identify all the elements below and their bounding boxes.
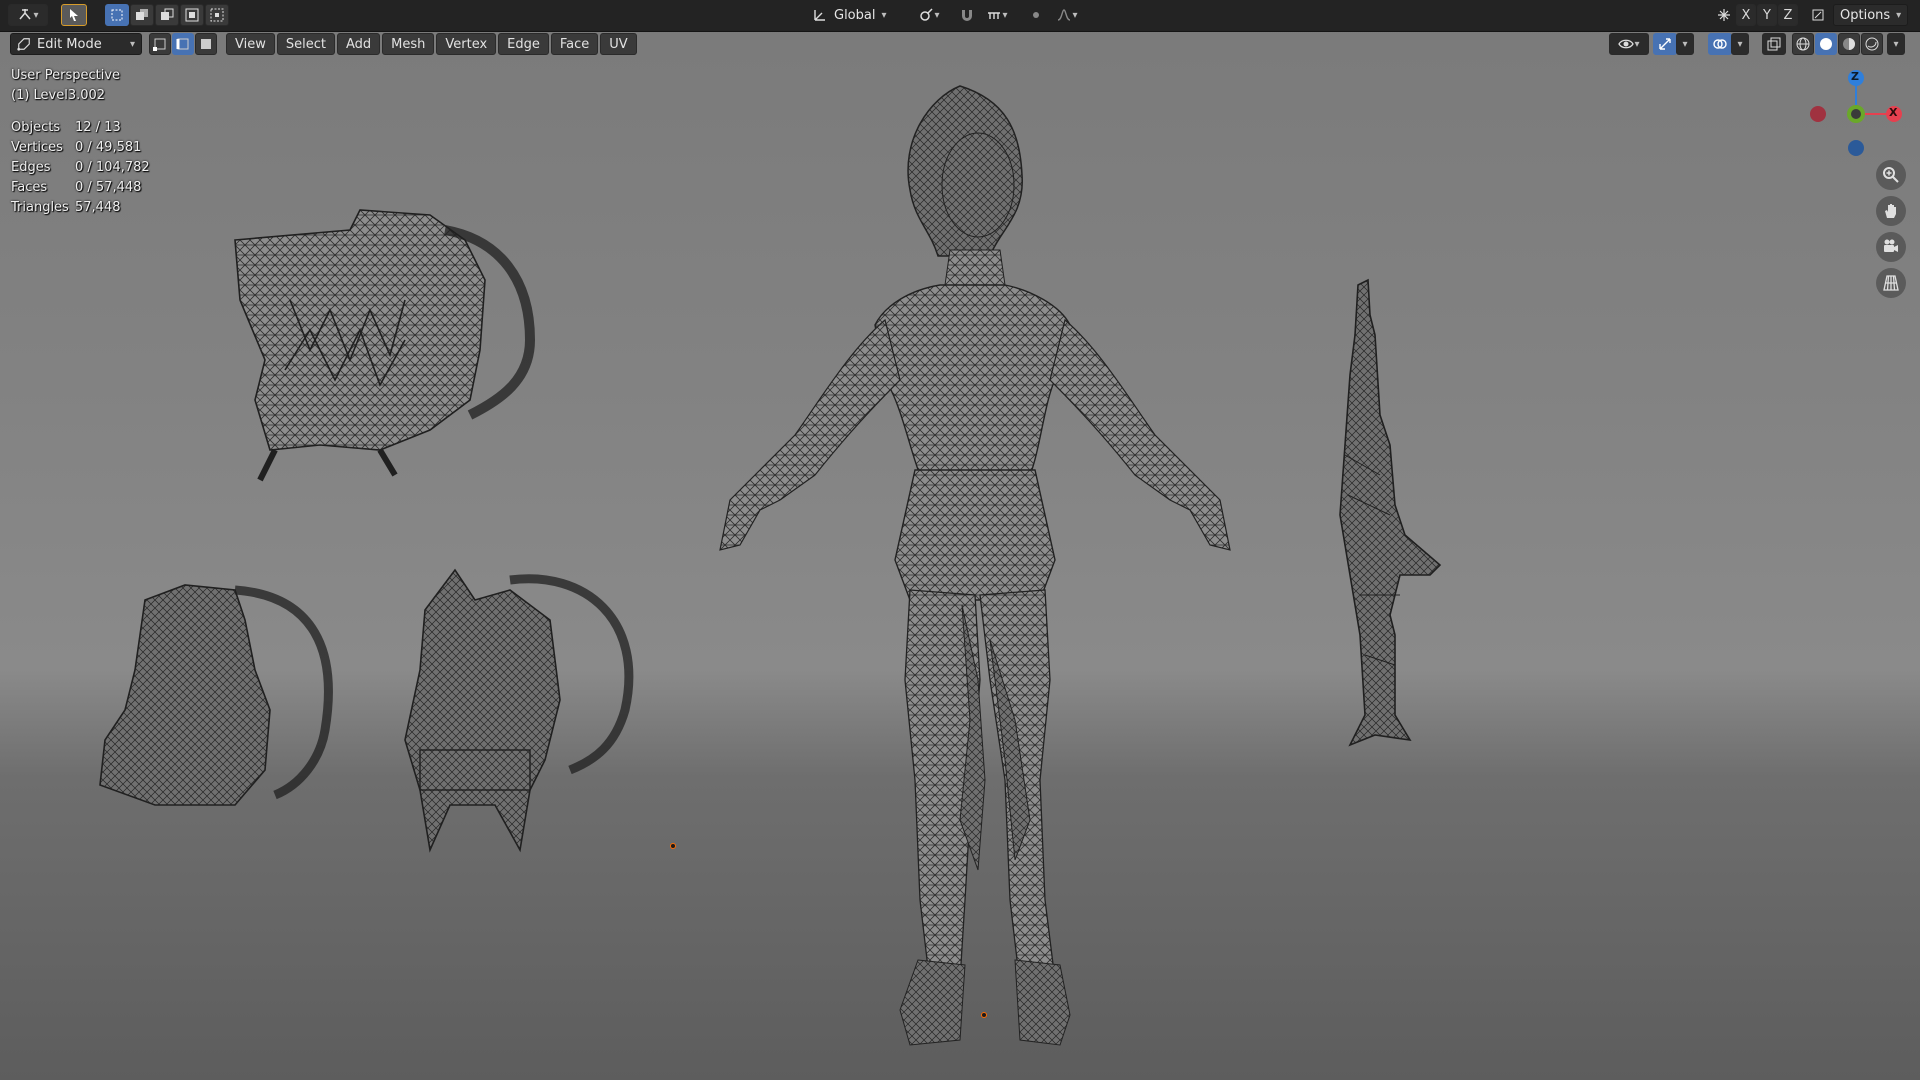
gizmo-toggle-icon[interactable] bbox=[1653, 33, 1677, 55]
mirror-x-toggle[interactable]: X bbox=[1736, 4, 1756, 26]
tool-header: ▾ Global ▾ ▾ ▾ ▾ X Y Z Options ▾ bbox=[0, 0, 1920, 32]
blender-window: User Perspective (1) Level3.002 Objects 1… bbox=[0, 0, 1920, 1080]
snap-magnet-icon[interactable] bbox=[955, 4, 979, 26]
wireframe-shading-icon[interactable] bbox=[1792, 33, 1814, 55]
stat-row: Objects 12 / 13 bbox=[11, 118, 150, 138]
stat-row: Edges 0 / 104,782 bbox=[11, 158, 150, 178]
menu-edge[interactable]: Edge bbox=[498, 33, 549, 55]
menu-uv[interactable]: UV bbox=[600, 33, 637, 55]
mode-dropdown[interactable]: Edit Mode ▾ bbox=[10, 33, 142, 55]
origin-point[interactable] bbox=[981, 1012, 987, 1018]
overlay-dropdown[interactable]: ▾ bbox=[1731, 33, 1749, 55]
vertex-select-icon[interactable] bbox=[149, 33, 171, 55]
backpack-mesh-left[interactable] bbox=[95, 580, 340, 815]
select-tool-icon[interactable] bbox=[61, 4, 87, 26]
menu-face[interactable]: Face bbox=[550, 33, 599, 55]
object-name: (1) Level3.002 bbox=[11, 88, 106, 103]
options-label: Options bbox=[1840, 7, 1891, 23]
shading-dropdown[interactable]: ▾ bbox=[1887, 33, 1905, 55]
stat-label: Edges bbox=[11, 160, 51, 175]
viewport-info: User Perspective (1) Level3.002 bbox=[11, 66, 120, 106]
shading-mode-group bbox=[1792, 33, 1883, 55]
mode-label: Edit Mode bbox=[37, 36, 102, 52]
viewport-header: Edit Mode ▾ View Select Add Mesh Vertex … bbox=[0, 31, 1920, 56]
navigation-gizmo[interactable]: Z X bbox=[1790, 66, 1910, 166]
transform-gizmo-icon[interactable] bbox=[1712, 4, 1736, 26]
stat-row: Vertices 0 / 49,581 bbox=[11, 138, 150, 158]
transform-orientation-label: Global bbox=[834, 7, 876, 23]
stat-value: 0 / 57,448 bbox=[75, 180, 142, 195]
rifle-mesh[interactable] bbox=[1320, 275, 1450, 755]
overlay-toggle-icon[interactable] bbox=[1708, 33, 1732, 55]
menu-view[interactable]: View bbox=[226, 33, 275, 55]
xray-toggle-icon[interactable] bbox=[1762, 33, 1786, 55]
auto-merge-icon[interactable] bbox=[1806, 4, 1830, 26]
snap-target-icon[interactable]: ▾ bbox=[980, 4, 1014, 26]
chevron-down-icon: ▾ bbox=[129, 38, 135, 50]
edit-mode-icon bbox=[17, 38, 30, 51]
view-name: User Perspective bbox=[11, 68, 121, 83]
pivot-point-icon[interactable]: ▾ bbox=[912, 4, 946, 26]
gizmo-dropdown[interactable]: ▾ bbox=[1676, 33, 1694, 55]
axis-y-label: Y bbox=[1763, 7, 1771, 23]
edge-select-icon[interactable] bbox=[172, 33, 194, 55]
transform-orientation-dropdown[interactable]: Global ▾ bbox=[806, 4, 893, 26]
stat-value: 0 / 104,782 bbox=[75, 160, 150, 175]
select-subtract-icon[interactable] bbox=[155, 4, 179, 26]
mirror-y-toggle[interactable]: Y bbox=[1757, 4, 1777, 26]
axis-z-label: Z bbox=[1783, 7, 1793, 23]
visibility-eye-icon[interactable]: ▾ bbox=[1609, 33, 1649, 55]
select-new-icon[interactable] bbox=[105, 4, 129, 26]
pan-hand-icon[interactable] bbox=[1876, 196, 1906, 226]
options-dropdown[interactable]: Options ▾ bbox=[1833, 4, 1909, 26]
stat-value: 57,448 bbox=[75, 200, 121, 215]
mirror-z-toggle[interactable]: Z bbox=[1778, 4, 1798, 26]
grid-perspective-icon[interactable] bbox=[1876, 268, 1906, 298]
navigation-buttons bbox=[1876, 160, 1906, 298]
axis-x-label: X bbox=[1741, 7, 1751, 23]
zoom-icon[interactable] bbox=[1876, 160, 1906, 190]
rendered-shading-icon[interactable] bbox=[1861, 33, 1883, 55]
camera-icon[interactable] bbox=[1876, 232, 1906, 262]
viewport-menus: View Select Add Mesh Vertex Edge Face UV bbox=[226, 33, 637, 55]
stat-label: Triangles bbox=[11, 200, 69, 215]
stat-label: Faces bbox=[11, 180, 48, 195]
stat-value: 0 / 49,581 bbox=[75, 140, 142, 155]
chevron-down-icon: ▾ bbox=[1896, 9, 1902, 21]
select-extend-icon[interactable] bbox=[130, 4, 154, 26]
backpack-mesh-right[interactable] bbox=[400, 560, 645, 860]
solid-shading-icon[interactable] bbox=[1815, 33, 1837, 55]
character-mesh[interactable] bbox=[660, 80, 1310, 1060]
select-invert-icon[interactable] bbox=[180, 4, 204, 26]
select-intersect-icon[interactable] bbox=[205, 4, 229, 26]
falloff-curve-icon[interactable]: ▾ bbox=[1050, 4, 1084, 26]
origin-point[interactable] bbox=[670, 843, 676, 849]
chevron-down-icon: ▾ bbox=[881, 9, 887, 21]
stat-row: Faces 0 / 57,448 bbox=[11, 178, 150, 198]
3d-viewport[interactable]: User Perspective (1) Level3.002 Objects 1… bbox=[0, 0, 1920, 1080]
menu-mesh[interactable]: Mesh bbox=[382, 33, 435, 55]
stat-label: Vertices bbox=[11, 140, 63, 155]
menu-add[interactable]: Add bbox=[336, 33, 381, 55]
select-mode-group bbox=[105, 4, 229, 26]
select-mode-buttons bbox=[149, 33, 217, 55]
stat-value: 12 / 13 bbox=[75, 120, 121, 135]
face-select-icon[interactable] bbox=[195, 33, 217, 55]
monster-backpack-mesh[interactable] bbox=[230, 200, 540, 485]
mirror-axes-group: X Y Z bbox=[1736, 4, 1798, 26]
stat-label: Objects bbox=[11, 120, 61, 135]
gizmo-z-label: Z bbox=[1851, 70, 1859, 83]
menu-select[interactable]: Select bbox=[276, 33, 335, 55]
menu-vertex[interactable]: Vertex bbox=[436, 33, 497, 55]
statistics-overlay: Objects 12 / 13 Vertices 0 / 49,581 Edges 0… bbox=[11, 118, 150, 218]
stat-row: Triangles 57,448 bbox=[11, 198, 150, 218]
editor-type-icon[interactable]: ▾ bbox=[8, 4, 48, 26]
gizmo-x-label: X bbox=[1889, 106, 1898, 119]
orientation-axes-icon bbox=[814, 10, 825, 21]
material-shading-icon[interactable] bbox=[1838, 33, 1860, 55]
proportional-edit-icon[interactable] bbox=[1024, 4, 1048, 26]
